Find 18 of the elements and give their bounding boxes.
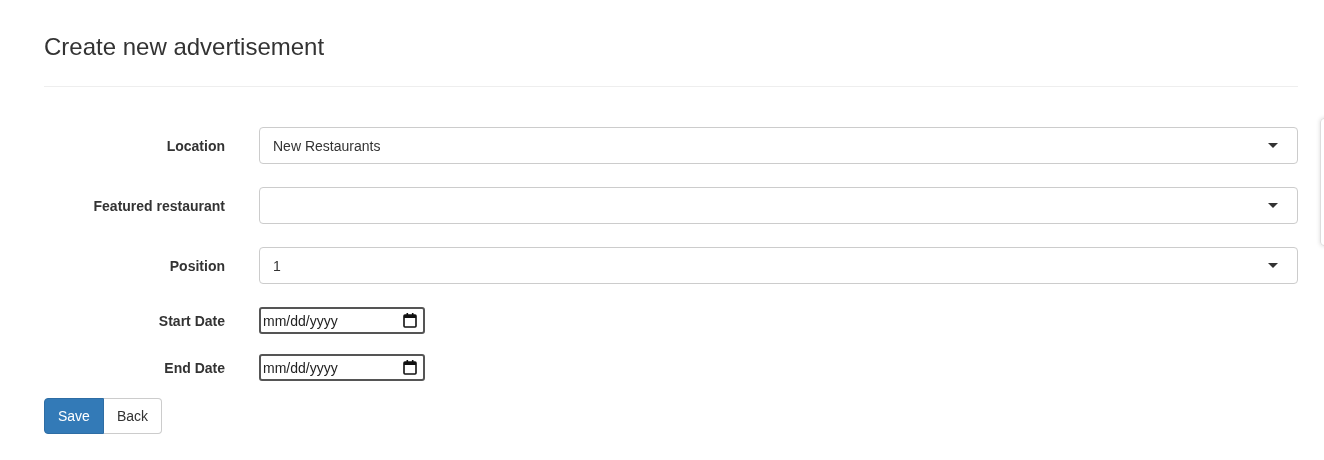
date-field[interactable]: mm/dd/yyyy bbox=[259, 307, 425, 334]
calendar-icon bbox=[403, 360, 417, 375]
calendar-icon bbox=[403, 313, 417, 328]
caret-icon bbox=[1268, 143, 1278, 148]
field-label: Position bbox=[169, 257, 225, 274]
page-title: Create new advertisement bbox=[44, 32, 326, 62]
caret-icon bbox=[1268, 263, 1278, 268]
select-field[interactable]: 1 bbox=[259, 247, 1298, 284]
select-field[interactable]: New Restaurants bbox=[259, 127, 1298, 164]
select-field[interactable] bbox=[259, 187, 1298, 224]
back-button[interactable]: Back bbox=[103, 398, 163, 434]
field-label: Featured restaurant bbox=[93, 197, 225, 214]
save-button[interactable]: Save bbox=[44, 398, 104, 434]
date-field[interactable]: mm/dd/yyyy bbox=[259, 354, 425, 381]
caret-icon bbox=[1268, 203, 1278, 208]
field-label: End Date bbox=[164, 358, 225, 376]
field-label: Location bbox=[166, 137, 225, 154]
field-label: Start Date bbox=[158, 311, 225, 329]
